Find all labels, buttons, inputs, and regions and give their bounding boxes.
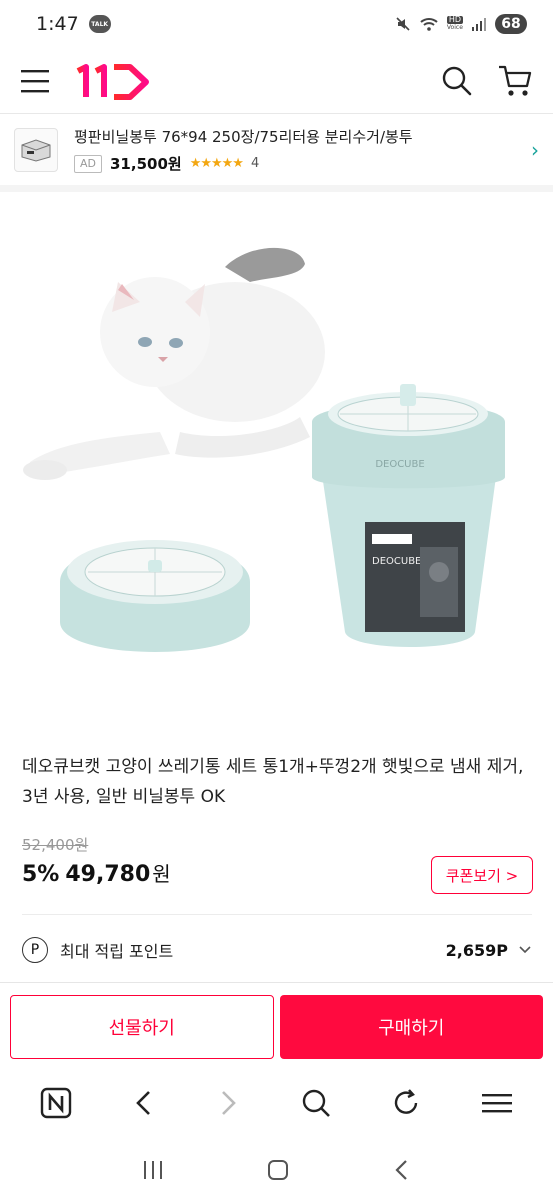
status-bar: 1:47 TALK HD Voice 68	[0, 0, 553, 48]
svg-text:DEOCUBE: DEOCUBE	[372, 556, 421, 567]
points-icon: P	[22, 937, 48, 963]
status-icons: HD Voice 68	[395, 14, 527, 34]
home-icon[interactable]	[266, 1158, 290, 1182]
points-row[interactable]: P 최대 적립 포인트 2,659P	[22, 930, 532, 970]
purchase-bar: 선물하기 구매하기	[0, 982, 553, 1070]
talk-notification-icon: TALK	[88, 15, 111, 33]
menu-icon[interactable]	[481, 1091, 513, 1115]
ad-badge: AD	[74, 154, 102, 173]
ad-price: 31,500원	[110, 155, 182, 173]
product-image[interactable]: DEOCUBE DEOCUBE	[0, 192, 553, 737]
signal-icon	[472, 18, 486, 31]
search-icon[interactable]	[441, 65, 473, 97]
menu-icon[interactable]	[20, 68, 50, 94]
back-icon[interactable]	[132, 1089, 156, 1117]
discount-rate: 5%	[22, 862, 60, 887]
chevron-down-icon[interactable]	[518, 945, 532, 955]
ad-thumbnail	[14, 128, 58, 172]
cart-icon[interactable]	[497, 64, 533, 98]
sale-price-row: 5% 49,780 원	[22, 858, 171, 887]
app-header	[0, 48, 553, 114]
ad-review-count: 4	[250, 156, 260, 171]
system-back-icon[interactable]	[392, 1158, 412, 1182]
deocube-bin: DEOCUBE DEOCUBE	[312, 384, 505, 647]
status-time: 1:47	[36, 13, 79, 35]
system-nav-bar	[0, 1140, 553, 1200]
original-price: 52,400원	[22, 836, 89, 854]
forward-icon[interactable]	[216, 1089, 240, 1117]
11st-logo[interactable]	[74, 61, 152, 101]
sale-price: 49,780	[65, 862, 151, 887]
coupon-view-button[interactable]: 쿠폰보기 >	[431, 856, 533, 894]
naver-home-icon[interactable]	[40, 1087, 72, 1119]
ad-title: 평판비닐봉투 76*94 250장/75리터용 분리수거/봉투	[74, 128, 413, 146]
sale-price-unit: 원	[152, 862, 171, 886]
buy-button[interactable]: 구매하기	[279, 994, 543, 1059]
svg-text:DEOCUBE: DEOCUBE	[375, 459, 424, 470]
wifi-icon	[420, 18, 438, 31]
ad-rating-stars: ★★★★★	[189, 156, 244, 171]
mute-icon	[396, 17, 410, 31]
points-value: 2,659P	[445, 940, 508, 960]
plastic-bag-icon	[21, 139, 51, 162]
browser-toolbar	[0, 1072, 553, 1134]
divider	[22, 914, 532, 915]
gift-button[interactable]: 선물하기	[10, 994, 274, 1059]
hd-voice-icon: HD Voice	[446, 15, 463, 31]
battery-icon: 68	[495, 14, 527, 34]
ad-banner[interactable]: 평판비닐봉투 76*94 250장/75리터용 분리수거/봉투 AD 31,50…	[0, 115, 553, 193]
spare-lid	[60, 540, 250, 652]
product-title: 데오큐브캣 고양이 쓰레기통 세트 통1개+뚜껑2개 햇빛으로 냄새 제거, 3…	[22, 757, 524, 807]
search-icon[interactable]	[301, 1088, 331, 1118]
cat-illustration	[23, 247, 325, 480]
chevron-right-icon[interactable]: ›	[531, 138, 539, 162]
recent-apps-icon[interactable]	[141, 1159, 165, 1181]
points-label: 최대 적립 포인트	[60, 942, 174, 961]
refresh-icon[interactable]	[391, 1088, 421, 1118]
